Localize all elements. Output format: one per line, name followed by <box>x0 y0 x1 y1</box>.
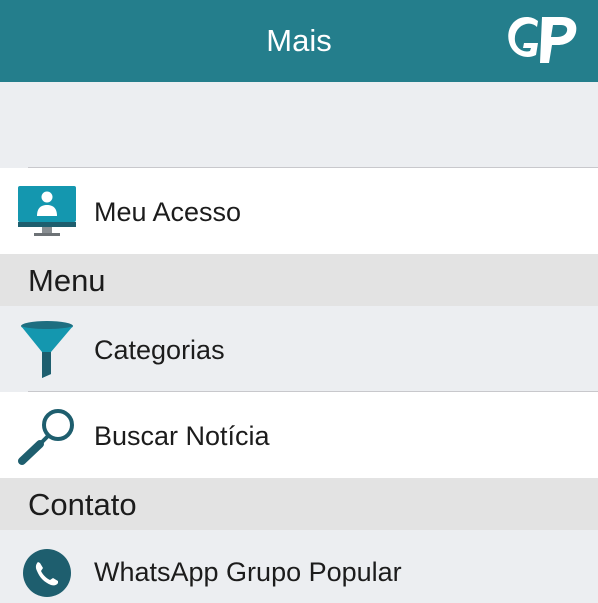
funnel-icon <box>20 320 74 383</box>
computer-user-icon <box>18 186 76 241</box>
item-label-meu-acesso: Meu Acesso <box>94 197 242 227</box>
list-item-meu-acesso[interactable]: Meu Acesso <box>0 168 598 254</box>
list-item-buscar-noticia[interactable]: Buscar Notícia <box>0 392 598 478</box>
magnifier-icon <box>18 408 76 471</box>
header-bar: Mais GP <box>0 0 598 82</box>
list-item-whatsapp[interactable]: WhatsApp Grupo Popular <box>0 530 598 597</box>
phone-icon <box>22 548 72 603</box>
list-item-categorias[interactable]: Categorias <box>0 306 598 391</box>
section-header-contato: Contato <box>0 478 598 530</box>
section-title-contato: Contato <box>28 487 137 522</box>
gp-logo-icon: GP <box>508 16 577 63</box>
section-header-menu: Menu <box>0 254 598 306</box>
gp-logo[interactable]: GP <box>502 13 580 67</box>
top-spacer <box>0 82 598 167</box>
item-label-buscar-noticia: Buscar Notícia <box>94 421 270 451</box>
item-label-whatsapp: WhatsApp Grupo Popular <box>94 557 402 587</box>
section-title-menu: Menu <box>28 263 106 298</box>
item-label-categorias: Categorias <box>94 335 225 365</box>
